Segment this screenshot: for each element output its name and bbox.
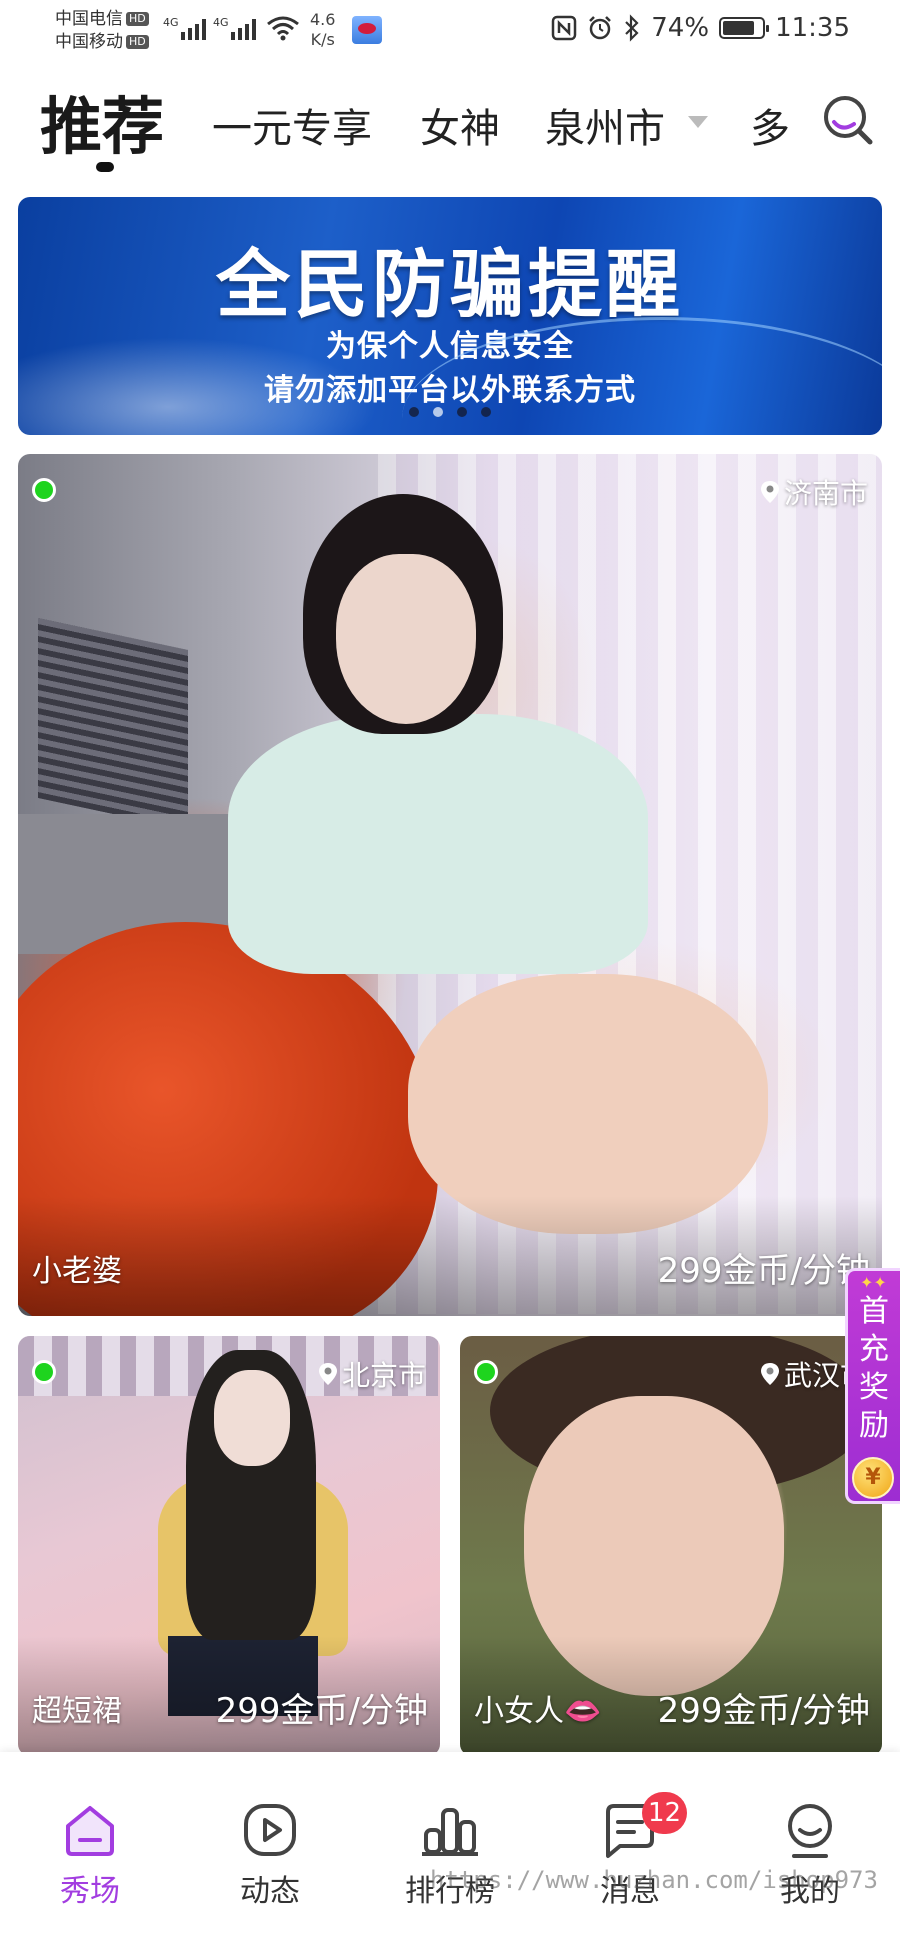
sparkle-icon: ✦✦	[860, 1273, 887, 1292]
carousel-dot-active[interactable]	[433, 407, 443, 417]
bottom-nav: 秀场 动态 排行榜 12 消息 我的 https://www.huzhan.co…	[0, 1752, 900, 1950]
coin-icon: ¥	[852, 1457, 894, 1499]
watermark-text: https://www.huzhan.com/ishop973	[430, 1866, 878, 1894]
category-tabs: 推荐 一元专享 女神 泉州市 多	[0, 70, 900, 172]
profile-card[interactable]: 北京市 超短裙 299金币/分钟	[18, 1336, 440, 1756]
tab-recommend[interactable]: 推荐	[40, 76, 164, 166]
tab-city[interactable]: 泉州市	[545, 96, 665, 154]
status-bar: 中国电信 HD 中国移动 HD 4G 4G 4.6 K/s 74% 11:35	[0, 0, 900, 62]
battery-percent: 74%	[651, 13, 710, 43]
nav-profile[interactable]: 我的	[720, 1752, 900, 1950]
carousel-dot[interactable]	[481, 407, 491, 417]
search-icon[interactable]	[820, 92, 876, 148]
profile-photo	[18, 454, 882, 1316]
nav-label: 动态	[240, 1874, 300, 1909]
battery-icon	[719, 17, 770, 39]
nfc-icon	[552, 15, 577, 41]
card-nickname: 小老婆	[32, 1254, 122, 1289]
ranking-icon	[422, 1808, 478, 1856]
profile-card[interactable]: 武汉市 小女人👄 299金币/分钟	[460, 1336, 882, 1756]
system-status: 74% 11:35	[551, 13, 850, 43]
card-nickname: 超短裙	[32, 1694, 122, 1729]
nav-messages[interactable]: 12 消息	[540, 1752, 720, 1950]
bluetooth-icon	[625, 14, 639, 42]
location-pin-icon	[760, 1363, 779, 1385]
online-indicator	[474, 1360, 498, 1384]
carousel-dots	[18, 407, 882, 417]
card-price: 299金币/分钟	[215, 1691, 428, 1731]
banner-line-1: 为保个人信息安全	[326, 329, 574, 364]
location-text: 济南市	[783, 477, 868, 510]
tab-active-indicator	[96, 162, 114, 172]
card-price: 299金币/分钟	[657, 1691, 870, 1731]
promo-label: 首充奖励	[859, 1294, 889, 1443]
tab-more[interactable]: 多	[750, 96, 790, 154]
play-icon	[244, 1804, 296, 1856]
app-notification-icon	[352, 16, 382, 44]
nav-label: 秀场	[60, 1874, 120, 1909]
nav-ranking[interactable]: 排行榜	[360, 1752, 540, 1950]
profile-card-featured[interactable]: 济南市 小老婆 299金币/分钟	[18, 454, 882, 1316]
location-pin-icon	[318, 1363, 337, 1385]
nav-showroom[interactable]: 秀场	[0, 1752, 180, 1950]
alarm-icon	[589, 16, 612, 40]
carrier-1: 中国电信	[55, 9, 123, 29]
tab-goddess[interactable]: 女神	[420, 96, 500, 154]
home-icon	[66, 1806, 114, 1856]
card-nickname: 小女人👄	[474, 1694, 602, 1729]
carousel-dot[interactable]	[457, 407, 467, 417]
carrier-info: 中国电信 HD 中国移动 HD	[55, 8, 149, 54]
tab-one-yuan[interactable]: 一元专享	[212, 96, 372, 154]
carousel-dot[interactable]	[409, 407, 419, 417]
first-recharge-reward-button[interactable]: ✦✦ 首充奖励 ¥	[845, 1268, 900, 1504]
card-price: 299金币/分钟	[657, 1251, 870, 1291]
net-speed-value: 4.6	[310, 10, 336, 29]
wifi-icon	[267, 16, 299, 41]
location-label: 北京市	[318, 1354, 426, 1394]
online-indicator	[32, 1360, 56, 1384]
anti-fraud-banner[interactable]: 全民防骗提醒 为保个人信息安全 请勿添加平台以外联系方式	[18, 197, 882, 435]
hd-badge-2: HD	[126, 35, 149, 49]
banner-line-2: 请勿添加平台以外联系方式	[264, 373, 636, 408]
location-label: 济南市	[760, 472, 868, 512]
nav-feed[interactable]: 动态	[180, 1752, 360, 1950]
clock: 11:35	[775, 13, 850, 43]
location-pin-icon	[760, 481, 779, 503]
net-speed: 4.6 K/s	[310, 10, 335, 50]
unread-badge: 12	[642, 1792, 688, 1834]
carrier-2: 中国移动	[55, 32, 123, 52]
location-text: 北京市	[341, 1359, 426, 1392]
chevron-down-icon[interactable]	[688, 116, 708, 128]
hd-badge-1: HD	[126, 12, 149, 26]
banner-title: 全民防骗提醒	[216, 242, 684, 328]
profile-icon	[788, 1804, 832, 1858]
net-speed-unit: K/s	[310, 30, 335, 49]
online-indicator	[32, 478, 56, 502]
